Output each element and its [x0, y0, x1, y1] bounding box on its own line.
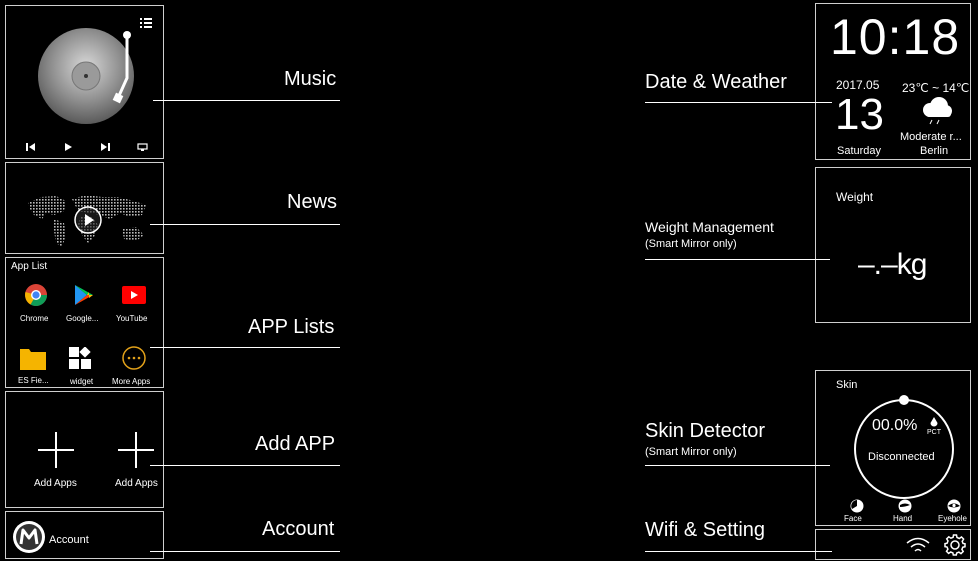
app-item-more-apps[interactable]: More Apps — [112, 346, 162, 388]
m-logo-icon — [13, 521, 45, 553]
skin-status: Disconnected — [868, 451, 935, 463]
skin-detector-widget[interactable]: Skin 00.0% PCT Disconnected Face Hand Ey… — [815, 370, 971, 526]
weight-callout-sublabel: (Smart Mirror only) — [645, 238, 737, 250]
add-apps-label: Add Apps — [34, 478, 77, 489]
skin-gauge-ring — [854, 395, 954, 499]
skin-zone-hand[interactable]: Hand — [891, 499, 921, 525]
wifi-settings-bar — [815, 529, 971, 560]
date-weather-callout-label: Date & Weather — [645, 71, 787, 93]
app-list-title: App List — [11, 261, 48, 272]
app-item-google-play[interactable]: Google... — [64, 284, 104, 328]
app-label: More Apps — [112, 377, 151, 386]
face-icon — [850, 499, 864, 513]
plus-icon — [118, 432, 154, 468]
news-callout-label: News — [287, 191, 338, 213]
add-apps-label: Add Apps — [115, 478, 158, 489]
app-item-chrome[interactable]: Chrome — [18, 284, 54, 328]
skin-callout-sublabel: (Smart Mirror only) — [645, 446, 737, 458]
account-label: Account — [49, 534, 89, 546]
playlist-icon[interactable] — [140, 18, 152, 28]
add-app-slot-right[interactable]: Add Apps — [110, 432, 164, 492]
add-apps-widget: Add Apps Add Apps — [5, 391, 164, 508]
music-widget[interactable] — [5, 5, 164, 159]
app-label: Chrome — [20, 314, 49, 323]
app-lists-callout-label: APP Lists — [248, 316, 335, 338]
gear-icon[interactable] — [944, 534, 966, 556]
account-widget[interactable]: Account — [5, 511, 164, 559]
vinyl-record-icon — [38, 28, 134, 124]
skin-percent: 00.0% — [872, 417, 918, 434]
video-play-icon[interactable] — [73, 205, 103, 235]
app-item-youtube[interactable]: YouTube — [114, 284, 158, 328]
skin-callout-line — [645, 465, 830, 466]
date-weather-widget[interactable]: 10:18 2017.05 13 Saturday 23℃ ~ 14℃ Mode… — [815, 3, 971, 160]
app-label: YouTube — [116, 314, 148, 323]
news-widget[interactable] — [5, 162, 164, 254]
app-label: widget — [70, 377, 94, 386]
google-play-icon — [75, 285, 93, 305]
skin-percent-unit: PCT — [927, 429, 941, 436]
skin-zone-label: Hand — [893, 514, 913, 523]
repeat-icon[interactable] — [137, 142, 148, 152]
add-app-callout-line — [150, 465, 340, 466]
wifi-setting-callout-label: Wifi & Setting — [645, 519, 766, 541]
weight-value: –.–kg — [858, 248, 927, 281]
previous-icon[interactable] — [26, 142, 36, 152]
app-lists-callout-line — [150, 347, 340, 348]
clock-time: 10:18 — [830, 9, 961, 65]
weight-widget[interactable]: Weight –.–kg — [815, 167, 971, 323]
weight-callout-line — [645, 259, 830, 260]
hand-icon — [898, 499, 912, 513]
weight-title: Weight — [836, 190, 874, 204]
next-icon[interactable] — [100, 142, 110, 152]
account-callout-line — [150, 551, 340, 552]
music-callout-line — [153, 100, 340, 101]
news-callout-line — [150, 224, 340, 225]
wifi-icon[interactable] — [905, 535, 931, 555]
app-label: ES Fie... — [18, 376, 49, 385]
app-label: Google... — [66, 314, 99, 323]
rain-cloud-icon — [923, 97, 952, 125]
date-weather-callout-line — [645, 102, 832, 103]
youtube-icon — [122, 286, 146, 304]
wifi-setting-callout-line — [645, 551, 832, 552]
add-app-slot-left[interactable]: Add Apps — [30, 432, 80, 492]
music-callout-label: Music — [284, 68, 337, 90]
skin-zone-label: Eyehole — [938, 514, 967, 523]
skin-callout-label: Skin Detector — [645, 420, 766, 442]
droplet-icon — [930, 417, 938, 427]
temperature-range: 23℃ ~ 14℃ — [902, 81, 970, 95]
play-icon[interactable] — [63, 142, 73, 152]
widget-icon — [69, 347, 91, 369]
app-item-es-file[interactable]: ES Fie... — [16, 346, 56, 388]
plus-icon — [38, 432, 74, 468]
eye-icon — [947, 499, 961, 513]
add-app-callout-label: Add APP — [255, 433, 336, 455]
skin-zone-label: Face — [844, 514, 862, 523]
weather-city: Berlin — [920, 145, 949, 157]
folder-icon — [20, 349, 46, 370]
app-item-widget[interactable]: widget — [64, 346, 104, 388]
skin-zone-eyehole[interactable]: Eyehole — [936, 499, 972, 525]
app-list-widget: App List Chrome Google... YouTube ES Fie… — [5, 257, 164, 388]
weekday: Saturday — [837, 145, 882, 157]
weight-callout-label: Weight Management — [645, 219, 774, 235]
chrome-icon — [25, 284, 47, 306]
account-callout-label: Account — [262, 518, 335, 540]
weather-condition: Moderate r... — [900, 131, 962, 143]
more-apps-icon — [122, 346, 146, 370]
skin-zone-face[interactable]: Face — [844, 499, 874, 525]
day-number: 13 — [835, 90, 884, 139]
